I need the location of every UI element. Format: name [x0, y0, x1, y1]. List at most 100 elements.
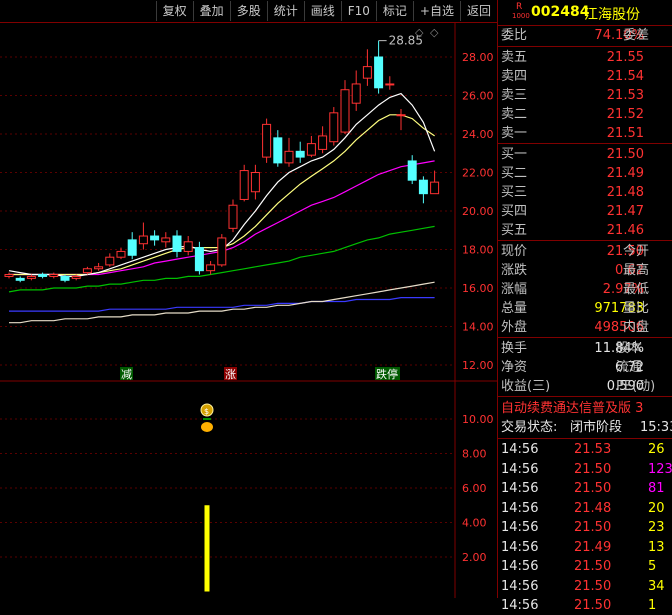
toolbar-button[interactable]: 画线 [303, 1, 341, 21]
candle-down [172, 235, 182, 252]
tick-volume: 34 [648, 578, 665, 594]
kline-chart[interactable]: 28.00 26.00 24.00 22.00 20.00 18.00 16.00 14.00… [0, 22, 497, 598]
candle-down [194, 247, 204, 272]
tick-time: 14:56 [501, 578, 539, 594]
tick-time: 14:56 [501, 442, 539, 457]
stat-label-2: 最低 [623, 282, 650, 297]
stat-label-2: 股本 [616, 341, 643, 356]
stat-label: 涨跌 [501, 263, 528, 278]
stat-row: 净资 6.72 流通 [498, 358, 672, 377]
candle-down [150, 235, 160, 241]
candle-down [127, 239, 137, 256]
sell-level-label: 卖三 [501, 88, 528, 103]
signal-label: 减 [121, 368, 132, 381]
candle-down [407, 160, 417, 181]
toolbar-button[interactable]: +自选 [412, 1, 460, 21]
sell-level-price: 21.53 [606, 88, 644, 103]
diamond-icon: ◇ [430, 26, 439, 39]
tick-row: 14:56 21.49 13 [498, 538, 672, 557]
candle-up [351, 83, 361, 104]
candle-up [105, 256, 115, 266]
toolbar-button[interactable]: 复权 [155, 1, 193, 21]
stat-label: 净资 [501, 360, 528, 375]
toolbar-button[interactable]: 标记 [375, 1, 413, 21]
candle-up [340, 89, 350, 133]
trade-state-label: 交易状态: [501, 420, 558, 435]
price-tick-label: 28.00 [462, 51, 494, 64]
tick-volume: 81 [648, 481, 665, 496]
candle-up [262, 123, 272, 158]
promo-text: 自动续费通达信普及版 3 [501, 401, 644, 416]
candle-down [273, 137, 283, 164]
stat-row: 现价 21.50 今开 [498, 242, 672, 261]
stat-row: 外盘 498506 内盘 [498, 318, 672, 337]
buy-level-label: 买五 [501, 223, 528, 238]
chart-toolbar: 复权 叠加 多股 统计 画线 F10 标记 +自选 返回 [0, 0, 497, 23]
divider [498, 337, 672, 338]
buy-level: 买五 21.46 [498, 221, 672, 240]
toolbar-button[interactable]: 叠加 [192, 1, 230, 21]
candle-up [206, 264, 216, 272]
trade-state-value: 闭市阶段 [570, 420, 623, 435]
toolbar-button[interactable]: 返回 [459, 1, 497, 21]
sell-level-price: 21.51 [606, 126, 644, 141]
tick-time: 14:56 [501, 461, 539, 477]
candle-up [217, 237, 227, 266]
tick-price: 21.50 [574, 578, 612, 594]
toolbar-button[interactable]: F10 [340, 1, 376, 21]
sell-level: 卖五 21.55 [498, 48, 672, 67]
toolbar-button[interactable]: 统计 [266, 1, 304, 21]
tick-price: 21.50 [574, 461, 612, 477]
volume-tick-label: 10.00 [462, 413, 494, 426]
weibi-row: 委比 74.10% 委差 [498, 26, 672, 45]
quote-panel: R 1000 002484 江海股份 委比 74.10% 委差 卖五 21.55 卖… [498, 0, 672, 613]
candle-down [15, 277, 25, 281]
tick-row: 14:56 21.50 1 [498, 596, 672, 615]
candle-up [138, 235, 148, 245]
candle-up [116, 250, 126, 258]
candle-up [239, 170, 249, 200]
tick-row: 14:56 21.50 34 [498, 577, 672, 596]
tick-time: 14:56 [501, 539, 539, 555]
divider [498, 46, 672, 47]
tick-volume: 20 [648, 500, 665, 516]
sell-level-label: 卖四 [501, 69, 528, 84]
tick-volume: 26 [648, 442, 665, 457]
candle-up [396, 114, 406, 117]
volume-tick-label: 6.00 [462, 482, 487, 495]
tick-row: 14:56 21.50 5 [498, 557, 672, 576]
sell-level-price: 21.55 [606, 50, 644, 65]
tick-price: 21.50 [574, 559, 612, 574]
stat-label: 收益(三) [501, 379, 551, 394]
candle-up [318, 135, 328, 150]
tick-row: 14:56 21.48 20 [498, 499, 672, 518]
diamond-icon: ◇ [415, 26, 424, 39]
candle-up [94, 266, 104, 270]
buy-level-price: 21.49 [606, 166, 644, 181]
sell-level: 卖一 21.51 [498, 124, 672, 143]
weicha-label: 委差 [623, 28, 650, 43]
stat-label-2: 内盘 [623, 320, 650, 335]
stock-code: 002484 [531, 4, 590, 20]
buy-level: 买一 21.50 [498, 145, 672, 164]
price-tick-label: 24.00 [462, 128, 494, 141]
candle-up [26, 275, 36, 279]
stat-row: 换手 11.84% 股本 [498, 339, 672, 358]
candle-up [183, 241, 193, 252]
candle-up [284, 150, 294, 164]
divider [498, 438, 672, 439]
stat-row: 涨跌 0.62 最高 [498, 261, 672, 280]
candle-up [329, 112, 339, 143]
promo-banner[interactable]: 自动续费通达信普及版 3 [498, 399, 672, 418]
signal-label: 跌停 [376, 367, 398, 381]
candle-up [306, 143, 316, 156]
toolbar-button[interactable]: 多股 [229, 1, 267, 21]
divider [498, 240, 672, 241]
stat-label-2: 今开 [623, 244, 650, 259]
stat-label: 涨幅 [501, 282, 528, 297]
buy-level-price: 21.47 [606, 204, 644, 219]
candle-up [228, 204, 238, 229]
tick-volume: 23 [648, 520, 665, 535]
sell-level: 卖四 21.54 [498, 67, 672, 86]
candle-down [60, 275, 70, 281]
